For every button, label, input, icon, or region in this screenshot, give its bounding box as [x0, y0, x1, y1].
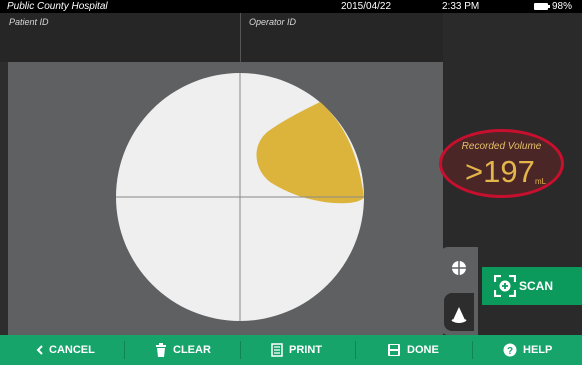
- help-label: HELP: [523, 344, 553, 356]
- patient-id-label: Patient ID: [9, 17, 49, 27]
- print-label: PRINT: [289, 344, 322, 356]
- done-label: DONE: [407, 344, 439, 356]
- clear-button[interactable]: CLEAR: [155, 335, 235, 365]
- divider: [355, 341, 356, 359]
- recorded-volume-unit: mL: [535, 177, 547, 186]
- ultrasound-probe-icon: [451, 307, 467, 323]
- operator-id-field[interactable]: Operator ID: [240, 13, 441, 62]
- scan-button[interactable]: SCAN: [482, 267, 582, 305]
- id-fields: Patient ID Operator ID: [0, 13, 443, 62]
- status-date: 2015/04/22: [341, 1, 392, 12]
- recorded-volume-display: Recorded Volume >197 mL: [439, 129, 564, 198]
- battery-icon: [534, 3, 550, 10]
- crosshair-icon: [452, 261, 466, 275]
- help-button[interactable]: ? HELP: [503, 335, 573, 365]
- done-button[interactable]: DONE: [387, 335, 467, 365]
- bladder-scan-diagram: [116, 73, 364, 321]
- print-button[interactable]: PRINT: [271, 335, 351, 365]
- status-bar: Public County Hospital 2015/04/22 2:33 P…: [0, 0, 582, 13]
- battery-level: 98%: [552, 1, 573, 12]
- patient-id-field[interactable]: Patient ID: [9, 13, 237, 62]
- scan-bracket-plus-icon: [494, 275, 516, 297]
- bottom-action-bar: CANCEL CLEAR PRINT DONE ? HELP: [0, 335, 582, 365]
- clear-label: CLEAR: [173, 344, 211, 356]
- trash-icon: [156, 343, 166, 357]
- print-icon: [271, 343, 283, 357]
- hospital-name: Public County Hospital: [7, 1, 108, 12]
- cancel-label: CANCEL: [49, 344, 95, 356]
- scan-view: [8, 62, 443, 335]
- recorded-volume-value: >197: [465, 154, 535, 189]
- recorded-volume-label: Recorded Volume: [461, 141, 542, 152]
- divider: [240, 341, 241, 359]
- view-tabs: [440, 247, 478, 335]
- chevron-left-icon: [36, 345, 43, 355]
- divider: [472, 341, 473, 359]
- save-icon: [388, 344, 400, 356]
- tab-crosshair[interactable]: [444, 249, 474, 287]
- scan-label: SCAN: [519, 279, 554, 293]
- divider: [124, 341, 125, 359]
- operator-id-label: Operator ID: [249, 17, 297, 27]
- help-icon: ?: [503, 343, 517, 357]
- cancel-button[interactable]: CANCEL: [35, 335, 115, 365]
- svg-text:?: ?: [507, 346, 513, 357]
- status-time: 2:33 PM: [442, 1, 480, 12]
- tab-probe[interactable]: [444, 293, 474, 331]
